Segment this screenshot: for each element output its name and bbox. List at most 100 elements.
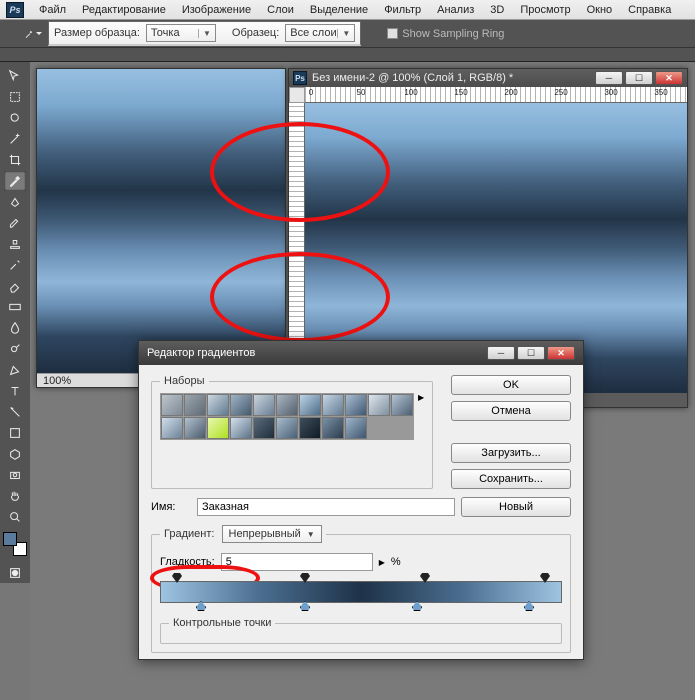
preset-flyout-icon[interactable]: ▶ bbox=[418, 393, 424, 402]
ok-button[interactable]: OK bbox=[451, 375, 571, 395]
brush-tool[interactable] bbox=[4, 213, 26, 233]
close-button[interactable]: ✕ bbox=[655, 71, 683, 85]
maximize-button[interactable]: ☐ bbox=[625, 71, 653, 85]
zoom-tool[interactable] bbox=[4, 507, 26, 527]
save-button[interactable]: Сохранить... bbox=[451, 469, 571, 489]
menu-window[interactable]: Окно bbox=[580, 3, 620, 17]
new-button[interactable]: Новый bbox=[461, 497, 571, 517]
preset-swatch[interactable] bbox=[161, 417, 183, 439]
presets-label: Наборы bbox=[160, 375, 209, 387]
pen-tool[interactable] bbox=[4, 360, 26, 380]
camera-tool[interactable] bbox=[4, 465, 26, 485]
menu-select[interactable]: Выделение bbox=[303, 3, 375, 17]
sample-combo[interactable]: Все слои▼ bbox=[285, 24, 355, 42]
dialog-minimize-button[interactable]: ─ bbox=[487, 346, 515, 360]
preset-swatch[interactable] bbox=[207, 417, 229, 439]
eyedropper-icon[interactable] bbox=[24, 25, 42, 43]
preset-swatch[interactable] bbox=[345, 394, 367, 416]
dodge-tool[interactable] bbox=[4, 339, 26, 359]
gradient-editor-dialog: Редактор градиентов ─ ☐ ✕ Наборы ▶ OK От… bbox=[138, 340, 584, 660]
cancel-button[interactable]: Отмена bbox=[451, 401, 571, 421]
menu-analysis[interactable]: Анализ bbox=[430, 3, 481, 17]
annotation-ellipse-2 bbox=[210, 252, 390, 342]
horizontal-ruler[interactable]: 0 50 100 150 200 250 300 350 bbox=[305, 87, 687, 103]
smoothness-flyout-icon[interactable]: ▶ bbox=[379, 558, 385, 567]
opacity-stop[interactable] bbox=[300, 573, 310, 583]
path-tool[interactable] bbox=[4, 402, 26, 422]
options-bar: Размер образца: Точка▼ Образец: Все слои… bbox=[0, 20, 695, 48]
show-sampling-ring-check[interactable]: Show Sampling Ring bbox=[387, 28, 504, 40]
gradient-type-combo[interactable]: Непрерывный▼ bbox=[222, 525, 322, 543]
preset-swatch[interactable] bbox=[207, 394, 229, 416]
doc2-titlebar[interactable]: Ps Без имени-2 @ 100% (Слой 1, RGB/8) * … bbox=[289, 69, 687, 87]
marquee-tool[interactable] bbox=[4, 87, 26, 107]
preset-swatch[interactable] bbox=[322, 417, 344, 439]
gradient-tool[interactable] bbox=[4, 297, 26, 317]
menu-edit[interactable]: Редактирование bbox=[75, 3, 173, 17]
preset-swatch[interactable] bbox=[345, 417, 367, 439]
optbox: Размер образца: Точка▼ Образец: Все слои… bbox=[48, 21, 361, 46]
preset-swatch[interactable] bbox=[391, 394, 413, 416]
quickmask-tool[interactable] bbox=[4, 563, 26, 583]
preset-swatch[interactable] bbox=[230, 417, 252, 439]
preset-swatch[interactable] bbox=[253, 394, 275, 416]
app-logo: Ps bbox=[6, 2, 24, 18]
history-brush-tool[interactable] bbox=[4, 255, 26, 275]
eyedropper-tool[interactable] bbox=[4, 171, 26, 191]
preset-swatch[interactable] bbox=[322, 394, 344, 416]
dialog-maximize-button[interactable]: ☐ bbox=[517, 346, 545, 360]
color-swatches[interactable] bbox=[3, 532, 27, 556]
name-input[interactable] bbox=[197, 498, 455, 516]
dialog-titlebar[interactable]: Редактор градиентов ─ ☐ ✕ bbox=[139, 341, 583, 365]
heal-tool[interactable] bbox=[4, 192, 26, 212]
color-stop[interactable] bbox=[524, 601, 534, 611]
preset-swatch[interactable] bbox=[253, 417, 275, 439]
sample-size-label: Размер образца: bbox=[54, 27, 140, 39]
crop-tool[interactable] bbox=[4, 150, 26, 170]
sample-label: Образец: bbox=[232, 27, 279, 39]
color-stop[interactable] bbox=[300, 601, 310, 611]
sample-size-combo[interactable]: Точка▼ bbox=[146, 24, 216, 42]
preset-swatch[interactable] bbox=[276, 394, 298, 416]
secondary-bar bbox=[0, 48, 695, 62]
gradient-bar[interactable] bbox=[160, 581, 562, 603]
menu-3d[interactable]: 3D bbox=[483, 3, 511, 17]
type-tool[interactable] bbox=[4, 381, 26, 401]
wand-tool[interactable] bbox=[4, 129, 26, 149]
minimize-button[interactable]: ─ bbox=[595, 71, 623, 85]
opacity-stop[interactable] bbox=[540, 573, 550, 583]
ps-icon: Ps bbox=[293, 71, 307, 85]
blur-tool[interactable] bbox=[4, 318, 26, 338]
load-button[interactable]: Загрузить... bbox=[451, 443, 571, 463]
stamp-tool[interactable] bbox=[4, 234, 26, 254]
move-tool[interactable] bbox=[4, 66, 26, 86]
preset-swatch[interactable] bbox=[276, 417, 298, 439]
menu-help[interactable]: Справка bbox=[621, 3, 678, 17]
lasso-tool[interactable] bbox=[4, 108, 26, 128]
menu-layers[interactable]: Слои bbox=[260, 3, 301, 17]
preset-swatch[interactable] bbox=[161, 394, 183, 416]
menubar: Ps Файл Редактирование Изображение Слои … bbox=[0, 0, 695, 20]
eraser-tool[interactable] bbox=[4, 276, 26, 296]
shape-tool[interactable] bbox=[4, 423, 26, 443]
opacity-stop[interactable] bbox=[420, 573, 430, 583]
preset-swatch[interactable] bbox=[184, 394, 206, 416]
preset-swatch[interactable] bbox=[299, 394, 321, 416]
opacity-stop[interactable] bbox=[172, 573, 182, 583]
menu-file[interactable]: Файл bbox=[32, 3, 73, 17]
preset-swatch[interactable] bbox=[299, 417, 321, 439]
color-stop[interactable] bbox=[196, 601, 206, 611]
hand-tool[interactable] bbox=[4, 486, 26, 506]
preset-grid[interactable] bbox=[160, 393, 414, 440]
preset-swatch[interactable] bbox=[230, 394, 252, 416]
menu-image[interactable]: Изображение bbox=[175, 3, 258, 17]
3d-tool[interactable] bbox=[4, 444, 26, 464]
menu-view[interactable]: Просмотр bbox=[513, 3, 577, 17]
annotation-ellipse-1 bbox=[210, 122, 390, 222]
menu-filter[interactable]: Фильтр bbox=[377, 3, 428, 17]
preset-swatch[interactable] bbox=[184, 417, 206, 439]
doc2-title: Без имени-2 @ 100% (Слой 1, RGB/8) * bbox=[312, 72, 513, 84]
color-stop[interactable] bbox=[412, 601, 422, 611]
preset-swatch[interactable] bbox=[368, 394, 390, 416]
dialog-close-button[interactable]: ✕ bbox=[547, 346, 575, 360]
